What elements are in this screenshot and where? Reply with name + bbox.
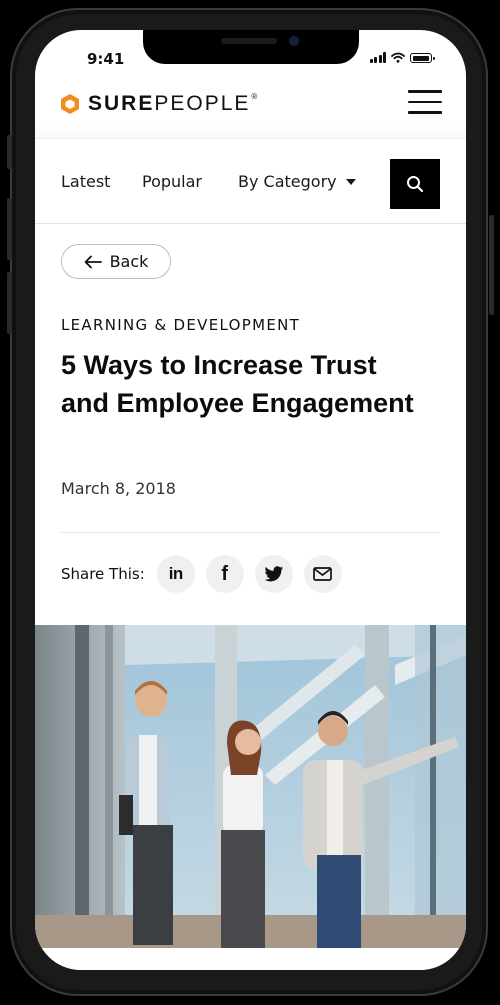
mute-switch bbox=[7, 135, 12, 169]
nav-latest[interactable]: Latest bbox=[61, 172, 110, 191]
article-date: March 8, 2018 bbox=[61, 479, 176, 498]
arrow-left-icon bbox=[84, 255, 102, 268]
volume-up-button bbox=[7, 198, 12, 260]
surepeople-logo[interactable]: SUREPEOPLE® bbox=[60, 92, 257, 116]
wifi-icon bbox=[391, 52, 405, 63]
battery-icon bbox=[410, 53, 435, 63]
chevron-down-icon bbox=[345, 178, 356, 185]
twitter-icon[interactable] bbox=[254, 555, 293, 593]
facebook-icon[interactable]: f bbox=[205, 555, 244, 593]
nav-popular[interactable]: Popular bbox=[142, 172, 202, 191]
hexagon-logo-icon bbox=[61, 94, 79, 114]
signal-icon bbox=[369, 52, 386, 63]
search-icon bbox=[407, 176, 424, 193]
email-icon[interactable] bbox=[303, 555, 342, 593]
volume-down-button bbox=[7, 272, 12, 334]
status-icons bbox=[369, 52, 435, 63]
article-hero-image bbox=[35, 625, 466, 948]
search-button[interactable] bbox=[390, 159, 440, 209]
category-nav: Latest Popular By Category bbox=[35, 138, 466, 224]
linkedin-icon[interactable]: in bbox=[156, 555, 195, 593]
logo-wordmark: SUREPEOPLE® bbox=[88, 92, 258, 115]
share-bar: Share This: in f bbox=[61, 555, 353, 593]
power-button bbox=[489, 215, 494, 315]
status-time: 9:41 bbox=[87, 50, 125, 68]
hamburger-menu-icon[interactable] bbox=[408, 90, 442, 116]
site-header: SUREPEOPLE® bbox=[35, 78, 466, 142]
article-title: 5 Ways to Increase Trust and Employee En… bbox=[61, 350, 414, 418]
nav-by-category-label: By Category bbox=[238, 172, 337, 191]
article-category[interactable]: LEARNING & DEVELOPMENT bbox=[61, 316, 300, 334]
bottom-safe-area bbox=[35, 948, 466, 970]
nav-by-category[interactable]: By Category bbox=[238, 172, 356, 191]
notch bbox=[143, 30, 359, 64]
back-button[interactable]: Back bbox=[61, 244, 171, 279]
share-label: Share This: bbox=[61, 565, 145, 583]
divider bbox=[61, 532, 440, 533]
phone-screen: 9:41 SUREPEOPLE® Latest Popular By Categ… bbox=[35, 30, 466, 970]
back-label: Back bbox=[109, 252, 149, 271]
